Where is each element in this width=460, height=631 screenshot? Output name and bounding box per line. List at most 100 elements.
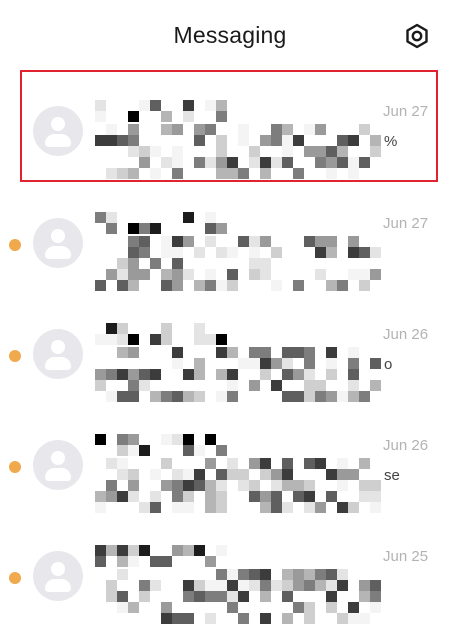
redaction-pixel bbox=[216, 602, 227, 613]
redaction-pixel bbox=[216, 469, 227, 480]
redaction-pixel bbox=[282, 135, 293, 146]
redaction-pixel bbox=[161, 124, 172, 135]
redaction-pixel bbox=[304, 480, 315, 491]
redaction-pixel bbox=[95, 491, 106, 502]
redaction-pixel bbox=[183, 591, 194, 602]
redaction-pixel bbox=[183, 334, 194, 345]
redaction-pixel bbox=[260, 613, 271, 624]
conversation-item[interactable]: Jun 25 bbox=[0, 517, 460, 629]
redaction-pixel bbox=[139, 146, 150, 157]
redaction-pixel bbox=[139, 602, 150, 613]
redaction-pixel bbox=[271, 580, 282, 591]
conversation-date: Jun 26 bbox=[383, 437, 429, 454]
redaction-pixel bbox=[150, 247, 161, 258]
redaction-pixel bbox=[293, 146, 304, 157]
redaction-pixel bbox=[370, 602, 381, 613]
redaction-pixel bbox=[348, 469, 359, 480]
redaction-pixel bbox=[128, 135, 139, 146]
conversation-item[interactable]: Jun 26 o bbox=[0, 295, 460, 407]
redaction-pixel bbox=[249, 146, 260, 157]
redaction-pixel bbox=[326, 358, 337, 369]
redaction-pixel bbox=[293, 480, 304, 491]
conversation-item[interactable]: Jun 26 se bbox=[0, 406, 460, 518]
redaction-pixel bbox=[117, 269, 128, 280]
redaction-pixel bbox=[337, 124, 348, 135]
redaction-pixel bbox=[359, 258, 370, 269]
redaction-pixel bbox=[128, 269, 139, 280]
redaction-pixel bbox=[117, 347, 128, 358]
redaction-pixel bbox=[95, 458, 106, 469]
redaction-pixel bbox=[139, 502, 150, 513]
redaction-pixel bbox=[172, 545, 183, 556]
conversation-item[interactable]: Jun 27 bbox=[0, 184, 460, 296]
redaction-pixel bbox=[304, 369, 315, 380]
redaction-pixel bbox=[139, 556, 150, 567]
redaction-pixel bbox=[370, 613, 381, 624]
redaction-pixel bbox=[205, 223, 216, 234]
redaction-pixel bbox=[194, 146, 205, 157]
redaction-pixel bbox=[304, 380, 315, 391]
redaction-pixel bbox=[216, 545, 227, 556]
redaction-pixel bbox=[128, 480, 139, 491]
redaction-pixel bbox=[205, 434, 216, 445]
redaction-pixel bbox=[161, 502, 172, 513]
redaction-pixel bbox=[359, 502, 370, 513]
redaction-pixel bbox=[359, 247, 370, 258]
redaction-pixel bbox=[161, 269, 172, 280]
redaction-pixel bbox=[293, 135, 304, 146]
redaction-pixel bbox=[172, 111, 183, 122]
avatar bbox=[33, 440, 83, 490]
redaction-pixel bbox=[249, 369, 260, 380]
redaction-pixel bbox=[150, 146, 161, 157]
redaction-pixel bbox=[238, 380, 249, 391]
redaction-pixel bbox=[139, 334, 150, 345]
redaction-pixel bbox=[227, 258, 238, 269]
redaction-pixel bbox=[106, 602, 117, 613]
redaction-pixel bbox=[304, 347, 315, 358]
redaction-pixel bbox=[161, 391, 172, 402]
redaction-pixel bbox=[128, 223, 139, 234]
redaction-pixel bbox=[117, 323, 128, 334]
redaction-pixel bbox=[150, 602, 161, 613]
redaction-pixel bbox=[271, 347, 282, 358]
redaction-pixel bbox=[128, 323, 139, 334]
redaction-pixel bbox=[260, 236, 271, 247]
redaction-pixel bbox=[304, 236, 315, 247]
redaction-pixel bbox=[117, 545, 128, 556]
redaction-pixel bbox=[260, 157, 271, 168]
redaction-pixel bbox=[260, 569, 271, 580]
redaction-pixel bbox=[260, 380, 271, 391]
gear-icon[interactable] bbox=[403, 22, 431, 50]
redaction-pixel bbox=[227, 280, 238, 291]
redaction-pixel bbox=[183, 491, 194, 502]
redaction-pixel bbox=[359, 480, 370, 491]
redaction-pixel bbox=[304, 602, 315, 613]
redaction-pixel bbox=[106, 168, 117, 179]
redaction-pixel bbox=[282, 458, 293, 469]
redaction-pixel bbox=[95, 323, 106, 334]
redaction-pixel bbox=[117, 580, 128, 591]
redaction-pixel bbox=[348, 458, 359, 469]
redaction-pixel bbox=[106, 247, 117, 258]
redaction-pixel bbox=[95, 124, 106, 135]
redaction-pixel bbox=[216, 591, 227, 602]
redaction-pixel bbox=[161, 445, 172, 456]
redaction-pixel bbox=[216, 168, 227, 179]
redaction-pixel bbox=[95, 258, 106, 269]
redaction-pixel bbox=[95, 280, 106, 291]
redaction-pixel bbox=[95, 613, 106, 624]
redaction-pixel bbox=[271, 591, 282, 602]
redaction-pixel bbox=[172, 157, 183, 168]
redaction-pixel bbox=[139, 100, 150, 111]
redaction-pixel bbox=[348, 613, 359, 624]
redaction-pixel bbox=[150, 445, 161, 456]
redaction-pixel bbox=[348, 602, 359, 613]
conversation-item[interactable]: Jun 27 % bbox=[0, 70, 460, 184]
redaction-pixel bbox=[117, 480, 128, 491]
avatar bbox=[33, 218, 83, 268]
redaction-pixel bbox=[95, 212, 106, 223]
redaction-pixel bbox=[216, 491, 227, 502]
redaction-pixel bbox=[172, 236, 183, 247]
redaction-pixel bbox=[161, 602, 172, 613]
redaction-pixel bbox=[304, 613, 315, 624]
